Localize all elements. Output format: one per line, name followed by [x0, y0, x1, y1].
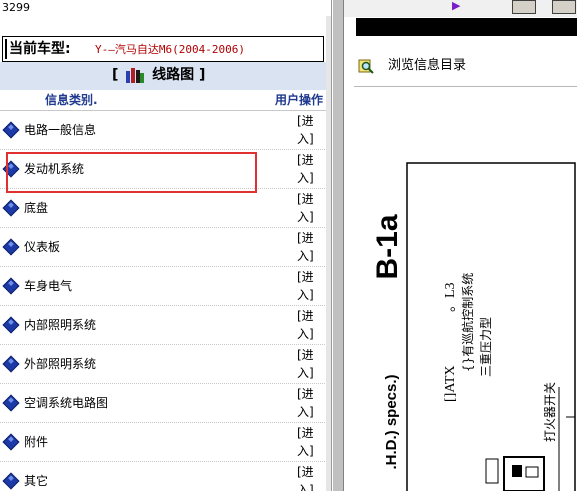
- list-item[interactable]: 附件 [进 入]: [0, 423, 331, 462]
- enter-link-top[interactable]: [进: [297, 346, 319, 364]
- enter-link-bottom[interactable]: 入]: [297, 130, 319, 148]
- enter-link[interactable]: [进 入]: [297, 190, 319, 226]
- list-item-label[interactable]: 车身电气: [24, 278, 72, 294]
- section-open-bracket: [: [112, 67, 119, 83]
- diamond-bullet-icon: [2, 277, 20, 295]
- right-panel: ▶ 浏览信息目录 B-1a .H.D.) specs.) []ATX 。L3 {…: [344, 0, 577, 491]
- left-panel: 3299 当前车型: Y-—汽马自达M6(2004-2006) [ 线路图 ] …: [0, 0, 332, 491]
- diamond-bullet-icon: [2, 238, 20, 256]
- column-category: 信息类别.: [45, 93, 98, 107]
- enter-link-top[interactable]: [进: [297, 307, 319, 325]
- list-item[interactable]: 空调系统电路图 [进 入]: [0, 384, 331, 423]
- diagram-connector-label-box: [485, 458, 499, 484]
- diamond-bullet-icon: [2, 433, 20, 451]
- list-item-label[interactable]: 底盘: [24, 200, 48, 216]
- enter-link[interactable]: [进 入]: [297, 151, 319, 187]
- list-item-label[interactable]: 电路一般信息: [24, 122, 96, 138]
- list-item[interactable]: 仪表板 [进 入]: [0, 228, 331, 267]
- wiring-diagram: B-1a .H.D.) specs.) []ATX 。L3 {}有巡航控制系统 …: [354, 87, 577, 491]
- enter-link-top[interactable]: [进: [297, 190, 319, 208]
- diagram-line2: {}有巡航控制系统: [460, 273, 475, 372]
- list-item[interactable]: 发动机系统 [进 入]: [0, 150, 331, 189]
- enter-link[interactable]: [进 入]: [297, 346, 319, 382]
- enter-link[interactable]: [进 入]: [297, 385, 319, 421]
- toolbar-button[interactable]: [552, 0, 576, 14]
- enter-link-bottom[interactable]: 入]: [297, 208, 319, 226]
- books-icon: [126, 67, 145, 83]
- diagram-connector-pin: [512, 465, 522, 477]
- enter-link[interactable]: [进 入]: [297, 424, 319, 460]
- diagram-connector-pin: [525, 466, 539, 478]
- browse-catalog-label[interactable]: 浏览信息目录: [388, 58, 466, 74]
- enter-link[interactable]: [进 入]: [297, 229, 319, 265]
- diagram-page-id: B-1a: [371, 214, 404, 279]
- diamond-bullet-icon: [2, 160, 20, 178]
- caret-mark: [5, 39, 7, 59]
- enter-link-top[interactable]: [进: [297, 268, 319, 286]
- section-title-bar: [ 线路图 ]: [0, 62, 331, 90]
- enter-link-bottom[interactable]: 入]: [297, 364, 319, 382]
- list-item[interactable]: 车身电气 [进 入]: [0, 267, 331, 306]
- enter-link-top[interactable]: [进: [297, 424, 319, 442]
- enter-link-bottom[interactable]: 入]: [297, 325, 319, 343]
- list-item-label[interactable]: 附件: [24, 434, 48, 450]
- current-vehicle-bar: 当前车型: Y-—汽马自达M6(2004-2006): [2, 36, 324, 62]
- diagram-line1: []ATX: [443, 365, 458, 402]
- list-item-label[interactable]: 发动机系统: [24, 161, 84, 177]
- left-scrollbar[interactable]: [326, 16, 331, 491]
- diamond-bullet-icon: [2, 355, 20, 373]
- current-vehicle-value: Y-—汽马自达M6(2004-2006): [95, 43, 245, 56]
- right-toolbar: ▶: [344, 0, 577, 17]
- enter-link-bottom[interactable]: 入]: [297, 286, 319, 304]
- column-header: 信息类别. 用户操作: [0, 90, 331, 111]
- enter-link-bottom[interactable]: 入]: [297, 247, 319, 265]
- title-bar: [356, 18, 577, 36]
- enter-link-bottom[interactable]: 入]: [297, 403, 319, 421]
- diamond-bullet-icon: [2, 394, 20, 412]
- list-item-label[interactable]: 外部照明系统: [24, 356, 96, 372]
- diamond-bullet-icon: [2, 472, 20, 490]
- browse-catalog-icon: [358, 59, 374, 74]
- panel-splitter[interactable]: [332, 0, 344, 491]
- list-item[interactable]: 外部照明系统 [进 入]: [0, 345, 331, 384]
- section-title: 线路图: [152, 67, 195, 83]
- diamond-bullet-icon: [2, 199, 20, 217]
- list-item-label[interactable]: 空调系统电路图: [24, 395, 108, 411]
- diagram-line4: 打火器开关: [543, 382, 557, 442]
- enter-link-bottom[interactable]: 入]: [297, 169, 319, 187]
- toolbar-button[interactable]: [512, 0, 536, 14]
- list-item[interactable]: 电路一般信息 [进 入]: [0, 111, 331, 150]
- diamond-bullet-icon: [2, 121, 20, 139]
- enter-link-top[interactable]: [进: [297, 112, 319, 130]
- current-vehicle-label: 当前车型:: [9, 41, 71, 57]
- enter-link-top[interactable]: [进: [297, 229, 319, 247]
- diagram-spec-text: .H.D.) specs.): [383, 374, 400, 469]
- list-item-label[interactable]: 内部照明系统: [24, 317, 96, 333]
- column-user-action: 用户操作: [274, 93, 323, 107]
- enter-link-top[interactable]: [进: [297, 385, 319, 403]
- diagram-line1b: 。L3: [443, 282, 458, 312]
- list-item-label[interactable]: 其它: [24, 473, 48, 489]
- list-item[interactable]: 其它 [进 入]: [0, 462, 331, 491]
- enter-link-bottom[interactable]: 入]: [297, 442, 319, 460]
- enter-link[interactable]: [进 入]: [297, 307, 319, 343]
- enter-link-top[interactable]: [进: [297, 463, 319, 481]
- enter-link-bottom[interactable]: 入]: [297, 481, 319, 491]
- diagram-line3: 三重压力型: [479, 317, 493, 377]
- list-item[interactable]: 内部照明系统 [进 入]: [0, 306, 331, 345]
- enter-link-top[interactable]: [进: [297, 151, 319, 169]
- list-item-label[interactable]: 仪表板: [24, 239, 60, 255]
- record-id: 3299: [2, 1, 30, 14]
- enter-link[interactable]: [进 入]: [297, 268, 319, 304]
- browse-catalog-link[interactable]: 浏览信息目录: [358, 56, 573, 78]
- enter-link[interactable]: [进 入]: [297, 112, 319, 148]
- list-item[interactable]: 底盘 [进 入]: [0, 189, 331, 228]
- nav-arrow-icon[interactable]: ▶: [452, 0, 464, 12]
- diamond-bullet-icon: [2, 316, 20, 334]
- enter-link[interactable]: [进 入]: [297, 463, 319, 491]
- section-close-bracket: ]: [199, 67, 206, 83]
